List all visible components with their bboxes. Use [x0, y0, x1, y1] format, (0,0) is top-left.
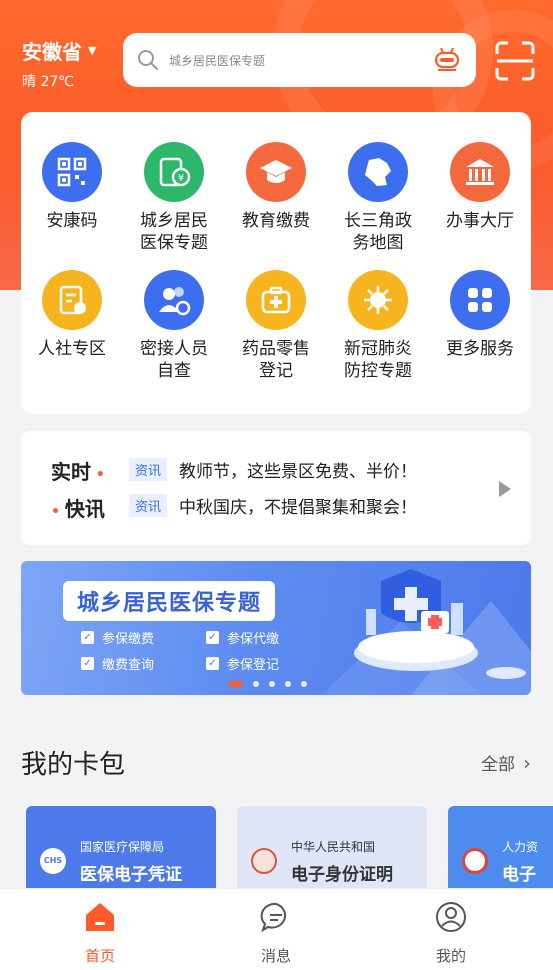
search-icon: [138, 50, 158, 70]
banner-check-item: ✓ 缴费查询: [81, 654, 154, 673]
service-service-hall[interactable]: 办事大厅: [429, 142, 531, 232]
service-label: 密接人员自查: [140, 339, 208, 381]
card-issuer: 人力资: [502, 840, 539, 854]
card-name: 电子: [502, 865, 536, 885]
service-label: 安康码: [46, 211, 98, 231]
card-pack-list: CHS 国家医疗保障局 医保电子凭证 中华人民共和国 电子身份证明 人力资 电子: [0, 806, 553, 890]
tab-home[interactable]: 首页: [50, 901, 150, 966]
news-item[interactable]: 资讯 教师节，这些景区免费、半价！: [129, 457, 417, 482]
service-label: 城乡居民医保专题: [140, 211, 208, 253]
news-text: 教师节，这些景区免费、半价！: [179, 462, 418, 482]
medical-insurance-icon: ¥: [144, 142, 204, 202]
message-icon: [260, 902, 287, 933]
pagination-dot[interactable]: [285, 681, 291, 687]
banner-title: 城乡居民医保专题: [63, 581, 276, 621]
social-security-icon: [42, 270, 102, 330]
service-contact-check[interactable]: 密接人员自查: [123, 270, 225, 382]
news-text: 中秋国庆，不提倡聚集和聚会！: [179, 498, 418, 518]
hr-emblem-icon: [462, 848, 488, 874]
pagination-dot[interactable]: [253, 681, 259, 687]
medicine-kit-icon: [246, 270, 306, 330]
checkmark-icon: ✓: [206, 631, 219, 644]
all-label: 全部: [481, 755, 515, 775]
service-social-security[interactable]: 人社专区: [21, 270, 123, 360]
service-label: 新冠肺炎防控专题: [344, 339, 412, 381]
news-tag: 资讯: [129, 494, 168, 517]
card-issuer: 国家医疗保障局: [80, 840, 165, 854]
checkmark-icon: ✓: [81, 657, 94, 670]
card-issuer: 中华人民共和国: [291, 840, 376, 854]
bottom-tab-bar: 首页 消息 我的: [0, 888, 553, 970]
service-education-payment[interactable]: 教育缴费: [225, 142, 327, 232]
contact-check-icon: [144, 270, 204, 330]
news-logo-line1: 实时: [51, 460, 91, 484]
play-arrow-icon[interactable]: [499, 481, 511, 497]
card-name: 电子身份证明: [291, 865, 393, 885]
profile-icon: [436, 902, 466, 932]
search-bar[interactable]: 城乡居民医保专题: [123, 33, 476, 87]
more-grid-icon: [450, 270, 510, 330]
map-icon: [348, 142, 408, 202]
qr-code-icon: [42, 142, 102, 202]
news-logo-line2: 快讯: [64, 497, 105, 521]
service-more[interactable]: 更多服务: [429, 270, 531, 360]
checkmark-icon: ✓: [206, 657, 219, 670]
news-ticker[interactable]: 实时 • • 快讯 资讯 教师节，这些景区免费、半价！ 资讯 中秋国庆，不提倡聚…: [21, 431, 531, 545]
government-building-icon: [450, 142, 510, 202]
service-covid-prevention[interactable]: 新冠肺炎防控专题: [327, 270, 429, 382]
tab-label: 我的: [435, 947, 466, 965]
service-medical-insurance[interactable]: ¥ 城乡居民医保专题: [123, 142, 225, 254]
service-yrd-map[interactable]: 长三角政务地图: [327, 142, 429, 254]
chevron-right-icon: ›: [523, 750, 531, 775]
chevron-down-icon: ▼: [88, 44, 97, 57]
service-label: 长三角政务地图: [344, 211, 412, 253]
scan-icon[interactable]: [494, 40, 536, 82]
news-item[interactable]: 资讯 中秋国庆，不提倡聚集和聚会！: [129, 493, 417, 518]
tab-profile[interactable]: 我的: [401, 901, 501, 966]
service-label: 药品零售登记: [242, 339, 310, 381]
checkmark-icon: ✓: [81, 631, 94, 644]
news-tag: 资讯: [129, 458, 168, 481]
service-label: 办事大厅: [446, 211, 514, 231]
card-human-resources[interactable]: 人力资 电子: [448, 806, 553, 890]
pagination-dot[interactable]: [301, 681, 307, 687]
service-ankang-code[interactable]: 安康码: [21, 142, 123, 232]
banner-pagination[interactable]: [229, 681, 307, 687]
pagination-dot[interactable]: [269, 681, 275, 687]
news-logo: 实时 • • 快讯: [51, 460, 105, 521]
service-label: 人社专区: [38, 339, 106, 359]
chs-logo-icon: CHS: [40, 848, 66, 874]
national-emblem-icon: [251, 848, 277, 874]
banner-check-item: ✓ 参保登记: [206, 654, 279, 673]
card-pack-title: 我的卡包: [21, 750, 126, 780]
graduation-cap-icon: [246, 142, 306, 202]
promo-banner[interactable]: 城乡居民医保专题 ✓ 参保缴费 ✓ 参保代缴 ✓ 缴费查询 ✓ 参保登记: [21, 561, 531, 695]
service-label: 更多服务: [446, 339, 514, 359]
services-card: 安康码 ¥ 城乡居民医保专题 教育缴费 长三角政务地图 办事大厅 人社专区 密接…: [21, 112, 531, 414]
tab-label: 消息: [260, 947, 291, 965]
home-icon: [86, 903, 114, 931]
tab-label: 首页: [84, 947, 115, 965]
virus-icon: [348, 270, 408, 330]
search-placeholder: 城乡居民医保专题: [169, 53, 266, 68]
card-medical-insurance[interactable]: CHS 国家医疗保障局 医保电子凭证: [26, 806, 216, 890]
location-selector[interactable]: 安徽省 ▼ 晴 27℃: [22, 36, 96, 91]
banner-check-item: ✓ 参保缴费: [81, 628, 154, 647]
banner-check-item: ✓ 参保代缴: [206, 628, 279, 647]
tab-messages[interactable]: 消息: [226, 901, 326, 966]
province-label: 安徽省: [22, 40, 82, 64]
service-label: 教育缴费: [242, 211, 310, 231]
card-name: 医保电子凭证: [80, 865, 182, 885]
svg-text:¥: ¥: [178, 173, 184, 184]
weather-label: 晴 27℃: [22, 74, 74, 90]
card-pack-all-link[interactable]: 全部 ›: [481, 750, 531, 776]
banner-illustration: [321, 569, 531, 695]
card-electronic-id[interactable]: 中华人民共和国 电子身份证明: [237, 806, 427, 890]
pagination-dot-active[interactable]: [229, 681, 243, 687]
robot-assistant-icon[interactable]: [432, 46, 462, 74]
service-medicine-retail[interactable]: 药品零售登记: [225, 270, 327, 382]
